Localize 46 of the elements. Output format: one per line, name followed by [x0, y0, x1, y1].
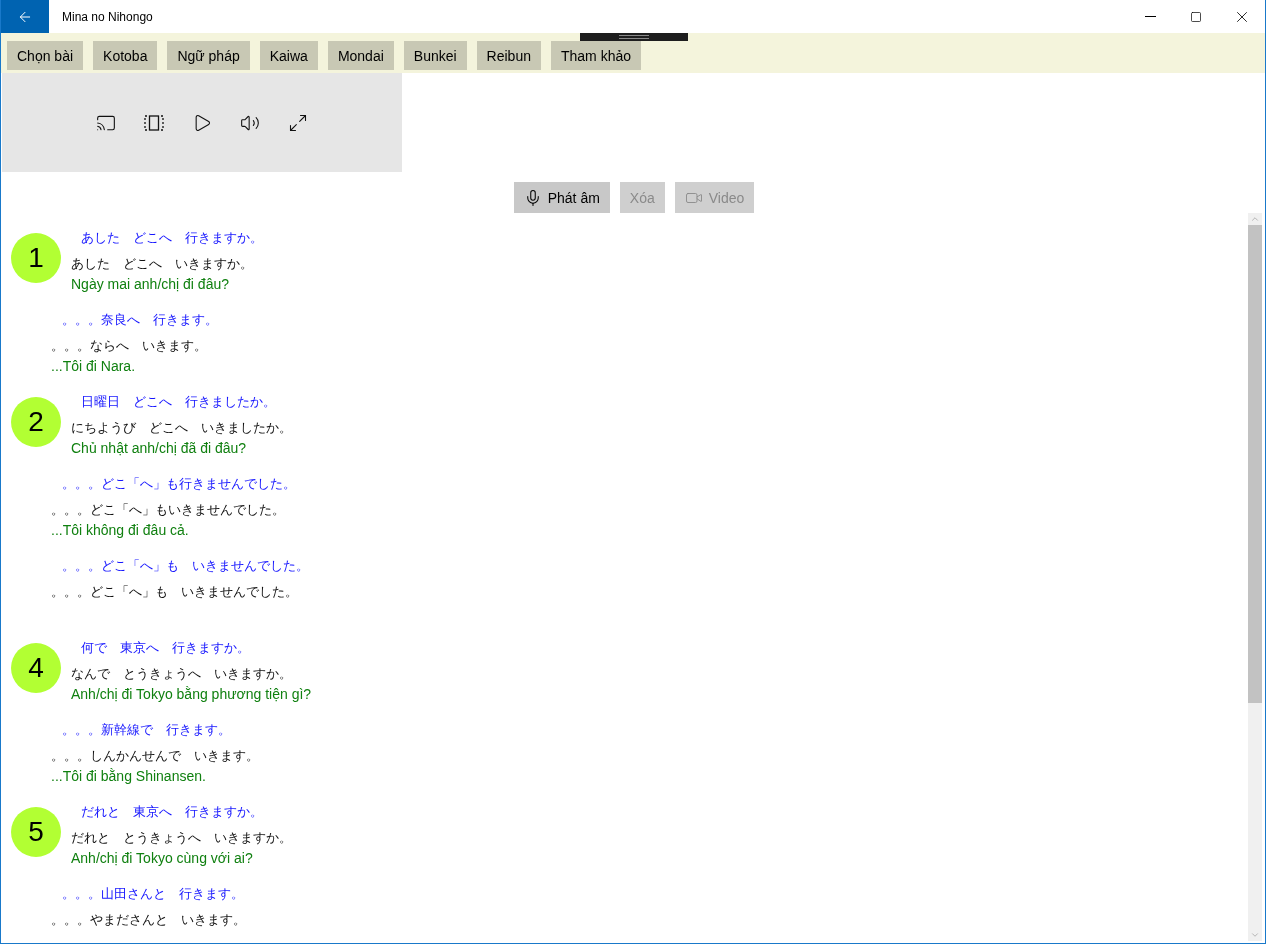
tab[interactable]: Tham khảo	[551, 41, 642, 70]
tab[interactable]: Kotoba	[93, 41, 158, 70]
kana-sentence: 。。。ならへ いきます。	[51, 337, 207, 355]
kanji-sentence: 日曜日 どこへ 行きましたか。	[81, 393, 276, 411]
pronounce-button[interactable]: Phát âm	[513, 182, 610, 213]
kanji-sentence: 。。。どこ「へ」も行きませんでした。	[62, 475, 296, 493]
number-badge: 4	[11, 643, 61, 693]
maximize-icon	[1190, 10, 1202, 23]
kana-sentence: 。。。どこ「へ」も いきませんでした。	[51, 583, 298, 601]
tab[interactable]: Ngữ pháp	[167, 41, 250, 70]
kanji-sentence: 。。。山田さんと 行きます。	[62, 885, 244, 903]
tab[interactable]: Reibun	[476, 41, 541, 70]
kanji-sentence: だれと 東京へ 行きますか。	[81, 803, 263, 821]
translation-text: Ngày mai anh/chị đi đâu?	[71, 275, 229, 294]
kana-sentence: 。。。どこ「へ」もいきませんでした。	[51, 501, 285, 519]
translation-text: ...Tôi đi Nara.	[51, 357, 136, 376]
kana-sentence: だれと とうきょうへ いきますか。	[71, 829, 292, 847]
translation-text: Chủ nhật anh/chị đã đi đâu?	[71, 439, 247, 458]
minimize-icon	[1144, 15, 1156, 18]
number-badge: 1	[11, 233, 61, 283]
kanji-sentence: あした どこへ 行きますか。	[81, 229, 263, 247]
aspect-ratio-icon[interactable]	[144, 112, 164, 133]
kana-sentence: なんで とうきょうへ いきますか。	[71, 665, 292, 683]
kana-sentence: にちようび どこへ いきましたか。	[71, 419, 292, 437]
tab[interactable]: Bunkei	[403, 41, 467, 70]
translation-text: ...Tôi không đi đâu cả.	[51, 521, 189, 540]
translation-text: ...Tôi đi bằng Shinansen.	[51, 767, 206, 786]
tab[interactable]: Mondai	[327, 41, 394, 70]
kanji-sentence: 。。。どこ「へ」も いきませんでした。	[62, 557, 309, 575]
number-badge: 2	[11, 397, 61, 447]
kana-sentence: 。。。やまださんと いきます。	[51, 911, 246, 929]
tab[interactable]: Chọn bài	[7, 41, 84, 70]
kanji-sentence: 。。。新幹線で 行きます。	[62, 721, 231, 739]
fullscreen-icon[interactable]	[288, 112, 308, 133]
drag-handle[interactable]	[580, 33, 688, 41]
number-badge: 5	[11, 807, 61, 857]
scrollbar[interactable]	[1248, 213, 1262, 941]
tab[interactable]: Kaiwa	[259, 41, 318, 70]
kanji-sentence: 何で 東京へ 行きますか。	[81, 639, 250, 657]
kanji-sentence: 。。。奈良へ 行きます。	[62, 311, 218, 329]
translation-text: Anh/chị đi Tokyo cùng với ai?	[71, 849, 253, 868]
window-title: Mina no Nihongo	[62, 9, 154, 24]
kana-sentence: あした どこへ いきますか。	[71, 255, 253, 273]
translation-text: Anh/chị đi Tokyo bằng phương tiện gì?	[71, 685, 312, 704]
scroll-thumb[interactable]	[1248, 225, 1262, 703]
kana-sentence: 。。。しんかんせんで いきます。	[51, 747, 259, 765]
